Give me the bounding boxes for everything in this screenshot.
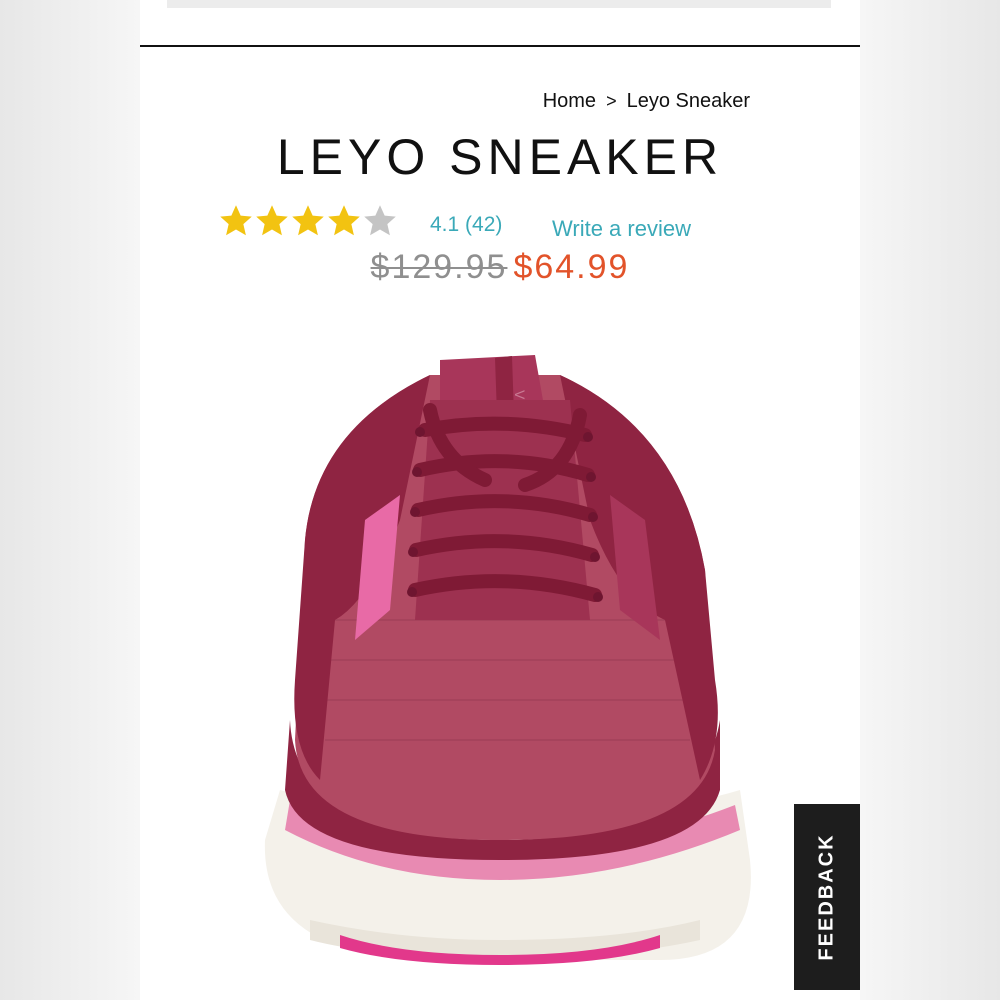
- write-review-link[interactable]: Write a review: [552, 216, 691, 242]
- background-left: [0, 0, 140, 1000]
- star-icon-2: [256, 205, 288, 236]
- rating-row: 4.1 (42) Write a review: [218, 203, 838, 243]
- feedback-tab[interactable]: FEEDBACK: [794, 804, 860, 990]
- breadcrumb: Home > Leyo Sneaker: [140, 90, 750, 113]
- review-count: (42): [465, 213, 503, 236]
- sale-price: $64.99: [513, 248, 630, 286]
- price-row: $129.95 $64.99: [140, 248, 860, 287]
- breadcrumb-separator: >: [606, 91, 617, 111]
- breadcrumb-current: Leyo Sneaker: [626, 90, 750, 112]
- product-page: Home > Leyo Sneaker LEYO SNEAKER 4.1 (42) …: [140, 0, 860, 1000]
- header-divider: [140, 45, 860, 47]
- product-title: LEYO SNEAKER: [276, 129, 724, 185]
- star-icon-4: [328, 205, 360, 236]
- star-icon-5: [364, 205, 396, 236]
- original-price: $129.95: [370, 248, 508, 286]
- rating-summary[interactable]: 4.1 (42): [430, 213, 502, 237]
- sneaker-image: VIO: [264, 355, 751, 965]
- star-icon-1: [220, 205, 252, 236]
- feedback-label: FEEDBACK: [815, 833, 838, 961]
- rating-value: 4.1: [430, 213, 460, 236]
- top-search-bar[interactable]: [167, 0, 831, 8]
- breadcrumb-home[interactable]: Home: [543, 90, 596, 113]
- star-icon-3: [292, 205, 324, 236]
- background-right: [860, 0, 1000, 1000]
- product-image[interactable]: VIO: [140, 320, 860, 1000]
